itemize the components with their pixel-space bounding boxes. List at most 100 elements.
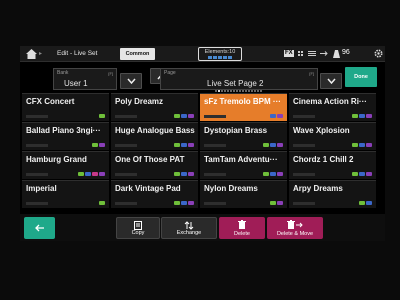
slot-level-bar: [115, 114, 137, 118]
slot-part-tags: [174, 143, 194, 147]
top-bar: ▸ Edit - Live Set Common Elements:10 FX …: [20, 46, 385, 62]
part-tag-green: [263, 143, 269, 147]
tempo-value[interactable]: 96: [342, 49, 350, 56]
slot-part-tags: [270, 201, 283, 205]
slot-indicators: [204, 201, 283, 205]
live-set-slot[interactable]: Wave Xplosion: [289, 122, 376, 150]
part-tag-green: [359, 201, 365, 205]
live-set-slot[interactable]: CFX Concert: [22, 93, 109, 121]
part-tag-purple: [99, 143, 105, 147]
slot-part-tags: [263, 172, 283, 176]
delete-move-label: Delete & Move: [276, 231, 314, 237]
slot-indicators: [115, 172, 194, 176]
breadcrumb-icon: ▸: [39, 51, 43, 57]
part-tag-purple: [188, 114, 194, 118]
part-tag-green: [174, 143, 180, 147]
live-set-slot[interactable]: Dark Vintage Pad: [111, 180, 198, 208]
part-tag-green: [270, 201, 276, 205]
slot-level-bar: [204, 114, 226, 118]
tab-common[interactable]: Common: [120, 48, 155, 60]
live-set-slot[interactable]: Dystopian Brass: [200, 122, 287, 150]
bank-label: Bank: [57, 70, 69, 76]
slot-indicators: [26, 172, 105, 176]
back-button[interactable]: [24, 217, 55, 239]
slot-indicators: [293, 172, 372, 176]
home-icon[interactable]: [26, 49, 37, 59]
page-title: Edit - Live Set: [57, 50, 98, 57]
slot-part-tags: [92, 143, 105, 147]
elements-label: Elements:10: [204, 49, 236, 55]
slot-level-bar: [26, 172, 48, 176]
slot-indicators: [204, 114, 283, 118]
slot-indicators: [293, 143, 372, 147]
bank-selector[interactable]: Bank [F] User 1: [53, 68, 117, 90]
fx-badge[interactable]: FX: [284, 50, 294, 57]
part-tag-green: [263, 172, 269, 176]
slot-part-tags: [359, 201, 372, 205]
slot-part-tags: [174, 172, 194, 176]
slot-name: Dark Vintage Pad: [115, 184, 181, 193]
slot-name: Chordz 1 Chill 2: [293, 155, 354, 164]
slot-level-bar: [204, 172, 226, 176]
live-set-slot[interactable]: sFz Tremolo BPM ···: [200, 93, 287, 121]
live-set-slot[interactable]: Imperial: [22, 180, 109, 208]
page-selector[interactable]: Page [F] Live Set Page 2: [160, 68, 318, 90]
live-set-slot[interactable]: Chordz 1 Chill 2: [289, 151, 376, 179]
slot-part-tags: [99, 114, 105, 118]
part-tag-blue: [359, 143, 365, 147]
bank-knob-hint: [F]: [108, 71, 113, 76]
live-set-slot[interactable]: Huge Analogue Bass: [111, 122, 198, 150]
bars-icon: [308, 51, 316, 56]
slot-level-bar: [115, 201, 137, 205]
slot-name: Nylon Dreams: [204, 184, 258, 193]
part-tag-blue: [181, 114, 187, 118]
copy-button[interactable]: Copy: [116, 217, 160, 239]
delete-and-move-button[interactable]: Delete & Move: [267, 217, 323, 239]
slot-part-tags: [174, 114, 194, 118]
elements-meter: [199, 56, 241, 59]
live-set-slot[interactable]: Ballad Piano 3ngi···: [22, 122, 109, 150]
system-icons: [298, 50, 328, 57]
part-tag-green: [92, 143, 98, 147]
slot-level-bar: [293, 114, 315, 118]
page-down-button[interactable]: [320, 73, 342, 89]
bank-value: User 1: [64, 79, 88, 88]
live-set-slot[interactable]: One Of Those PAT: [111, 151, 198, 179]
done-button[interactable]: Done: [345, 67, 377, 87]
part-tag-purple: [277, 114, 283, 118]
chevron-down-icon: [327, 78, 336, 85]
slot-name: One Of Those PAT: [115, 155, 185, 164]
bank-down-button[interactable]: [120, 73, 142, 89]
slot-indicators: [26, 201, 105, 205]
delete-label: Delete: [234, 231, 250, 237]
slot-level-bar: [204, 143, 226, 147]
part-tag-blue: [270, 114, 276, 118]
gear-icon[interactable]: [374, 49, 383, 58]
page-indicator: [215, 90, 262, 92]
live-set-slot[interactable]: Arpy Dreams: [289, 180, 376, 208]
page-value: Live Set Page 2: [207, 79, 264, 88]
exchange-label: Exchange: [176, 230, 202, 236]
part-tag-purple: [188, 143, 194, 147]
part-tag-green: [174, 114, 180, 118]
part-tag-green: [352, 114, 358, 118]
part-tag-green: [78, 172, 84, 176]
metronome-icon: [333, 50, 340, 58]
slot-part-tags: [174, 201, 194, 205]
live-set-slot[interactable]: Poly Dreamz: [111, 93, 198, 121]
live-set-slot[interactable]: Cinema Action Ri···: [289, 93, 376, 121]
slot-indicators: [204, 172, 283, 176]
slot-name: Huge Analogue Bass: [115, 126, 195, 135]
slot-name: Poly Dreamz: [115, 97, 164, 106]
delete-button[interactable]: Delete: [219, 217, 265, 239]
live-set-slot[interactable]: Nylon Dreams: [200, 180, 287, 208]
live-set-slot[interactable]: TamTam Adventu···: [200, 151, 287, 179]
slot-part-tags: [99, 201, 105, 205]
part-tag-purple: [366, 172, 372, 176]
exchange-button[interactable]: Exchange: [161, 217, 217, 239]
slot-name: Imperial: [26, 184, 57, 193]
live-set-slot[interactable]: Hamburg Grand: [22, 151, 109, 179]
slot-level-bar: [26, 201, 48, 205]
slot-part-tags: [352, 143, 372, 147]
live-set-slot-grid: CFX Concert Poly Dreamz sFz Tremolo BPM ··…: [20, 93, 385, 209]
